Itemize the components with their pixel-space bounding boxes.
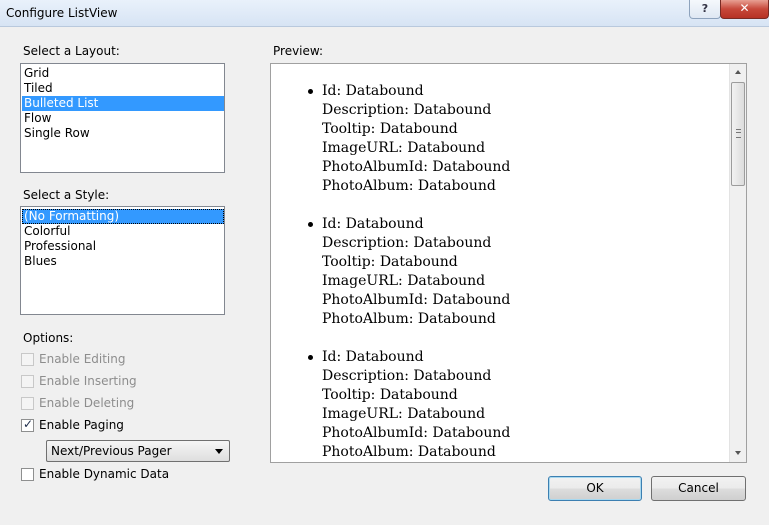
preview-field: PhotoAlbumId: Databound (322, 292, 511, 308)
grip-icon (736, 129, 741, 138)
layout-label: Select a Layout: (23, 44, 120, 58)
style-list-item[interactable]: Professional (22, 239, 224, 254)
layout-list-item[interactable]: Flow (22, 111, 224, 126)
enable-dynamic-data-checkbox[interactable] (21, 468, 34, 481)
bullet-icon (308, 355, 313, 360)
preview-field: Id: Databound (322, 83, 424, 99)
preview-field: PhotoAlbum: Databound (322, 311, 496, 327)
dropdown-arrow-icon (215, 449, 223, 454)
preview-field: Description: Databound (322, 102, 492, 118)
window-title: Configure ListView (6, 6, 118, 20)
layout-list-item[interactable]: Single Row (22, 126, 224, 141)
style-listbox[interactable]: (No Formatting) Colorful Professional Blues (20, 206, 225, 315)
close-button[interactable]: ✕ (720, 0, 769, 19)
preview-pane: Id: Databound Description: Databound Toolt… (270, 63, 747, 463)
preview-field: Id: Databound (322, 216, 424, 232)
title-bar: Configure ListView ? ✕ (0, 0, 769, 27)
scroll-up-arrow-icon[interactable] (730, 64, 747, 81)
preview-bulleted-list: Id: Databound Description: Databound Toolt… (271, 82, 511, 462)
enable-inserting-checkbox[interactable] (21, 375, 34, 388)
layout-list-item[interactable]: Tiled (22, 81, 224, 96)
checkmark-icon: ✓ (23, 417, 34, 431)
layout-list-item[interactable]: Bulleted List (22, 96, 224, 111)
bullet-icon (308, 222, 313, 227)
layout-listbox[interactable]: Grid Tiled Bulleted List Flow Single Row (20, 63, 225, 173)
style-list-item[interactable]: Colorful (22, 224, 224, 239)
pager-dropdown-value: Next/Previous Pager (51, 444, 172, 458)
scroll-down-arrow-icon[interactable] (730, 445, 747, 462)
preview-field: Tooltip: Databound (322, 387, 458, 403)
enable-deleting-label: Enable Deleting (39, 396, 135, 410)
preview-scrollbar[interactable] (729, 64, 746, 462)
preview-record: Id: Databound Description: Databound Toolt… (308, 215, 511, 329)
preview-field: Description: Databound (322, 368, 492, 384)
preview-field: Tooltip: Databound (322, 254, 458, 270)
preview-field: Tooltip: Databound (322, 121, 458, 137)
style-list-item[interactable]: Blues (22, 254, 224, 269)
options-label: Options: (23, 331, 74, 345)
cancel-button[interactable]: Cancel (651, 476, 746, 501)
help-button[interactable]: ? (689, 0, 721, 19)
enable-paging-checkbox[interactable]: ✓ (21, 417, 34, 432)
enable-inserting-label: Enable Inserting (39, 374, 137, 388)
preview-field: Id: Databound (322, 349, 424, 365)
preview-field: Description: Databound (322, 235, 492, 251)
layout-list-item[interactable]: Grid (22, 66, 224, 81)
preview-field: ImageURL: Databound (322, 273, 486, 289)
enable-editing-checkbox[interactable] (21, 353, 34, 366)
bullet-icon (308, 89, 313, 94)
scroll-thumb[interactable] (731, 82, 745, 186)
preview-field: PhotoAlbum: Databound (322, 178, 496, 194)
preview-field: PhotoAlbum: Databound (322, 444, 496, 460)
style-label: Select a Style: (23, 188, 110, 202)
preview-field: PhotoAlbumId: Databound (322, 425, 511, 441)
ok-button[interactable]: OK (548, 476, 642, 501)
preview-field: ImageURL: Databound (322, 140, 486, 156)
preview-field: PhotoAlbumId: Databound (322, 159, 511, 175)
style-list-item[interactable]: (No Formatting) (22, 209, 224, 224)
enable-paging-label: Enable Paging (39, 418, 124, 432)
preview-label: Preview: (273, 44, 324, 58)
preview-field: ImageURL: Databound (322, 406, 486, 422)
pager-dropdown[interactable]: Next/Previous Pager (46, 440, 230, 462)
enable-editing-label: Enable Editing (39, 352, 126, 366)
preview-record: Id: Databound Description: Databound Toolt… (308, 348, 511, 462)
preview-record: Id: Databound Description: Databound Toolt… (308, 82, 511, 196)
enable-dynamic-data-label: Enable Dynamic Data (39, 467, 170, 481)
enable-deleting-checkbox[interactable] (21, 397, 34, 410)
